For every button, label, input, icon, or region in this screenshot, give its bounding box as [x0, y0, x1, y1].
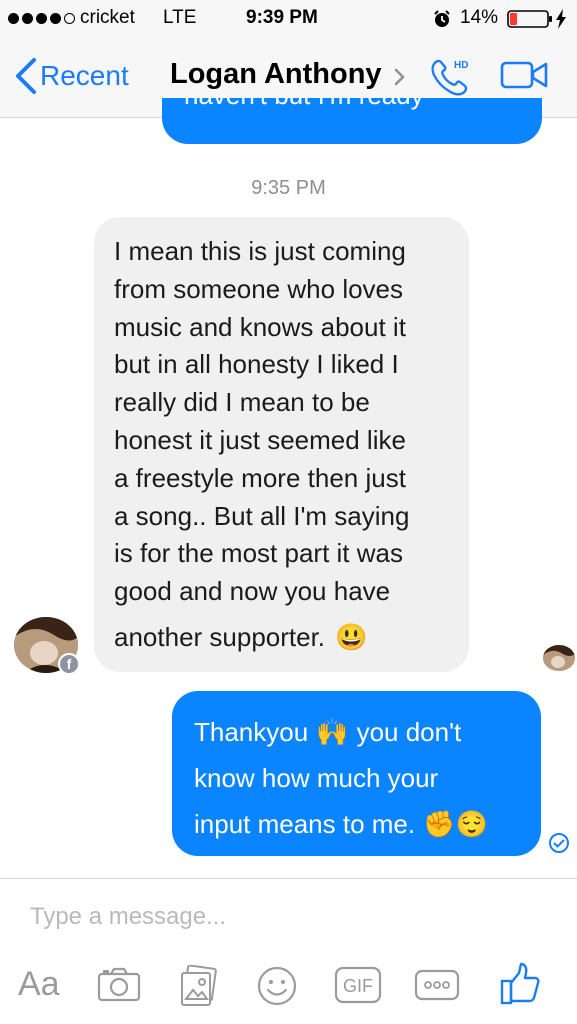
phone-icon[interactable]: HD	[428, 56, 472, 101]
outgoing-message-bubble[interactable]: Thankyou 🙌 you don't know how much your …	[172, 691, 541, 856]
message-line: input means to me. ✊😌	[194, 801, 525, 847]
message-line: honest it just seemed like	[114, 424, 406, 455]
video-camera-icon[interactable]	[500, 60, 550, 95]
message-line: another supporter. 😃	[114, 619, 451, 657]
like-icon[interactable]	[500, 961, 542, 1010]
message-line: from someone who loves	[114, 273, 404, 304]
message-line: Thankyou 🙌 you don't	[194, 709, 525, 755]
battery-percentage: 14%	[460, 7, 499, 28]
message-line: really did I mean to be	[114, 387, 370, 418]
carrier-name: cricket	[80, 7, 135, 28]
contact-name[interactable]: Logan Anthony	[170, 58, 382, 91]
status-time: 9:39 PM	[246, 7, 318, 28]
gif-icon[interactable]: GIF	[334, 965, 382, 1010]
message-line: a freestyle more then just	[114, 462, 406, 493]
signal-strength-icon	[8, 13, 75, 24]
message-line: good and now you have	[114, 576, 391, 607]
alarm-icon	[433, 10, 451, 34]
hd-badge: HD	[454, 60, 468, 71]
message-line-text: Thankyou	[194, 716, 309, 747]
message-line: music and knows about it	[114, 311, 406, 342]
sticker-icon[interactable]	[256, 965, 298, 1012]
message-line-text: you don't	[356, 716, 462, 747]
back-chevron-icon	[16, 58, 36, 94]
network-type: LTE	[163, 7, 197, 28]
message-line-text: input means to me.	[194, 808, 416, 839]
facebook-badge-icon: f	[58, 653, 80, 675]
message-line-text: know how much your	[194, 762, 439, 793]
raised-hands-emoji: 🙌	[316, 716, 349, 747]
back-button[interactable]: Recent	[12, 56, 129, 96]
message-line: but in all honesty I liked I	[114, 349, 399, 380]
gif-label: GIF	[343, 976, 373, 996]
camera-icon[interactable]	[97, 965, 141, 1008]
delivered-check-icon	[548, 832, 570, 859]
fist-relieved-emoji: ✊😌	[423, 808, 488, 839]
photo-gallery-icon[interactable]	[178, 964, 220, 1012]
battery-icon	[507, 10, 553, 34]
grinning-emoji: 😃	[335, 621, 368, 652]
incoming-message-bubble[interactable]: I mean this is just coming from someone …	[94, 217, 469, 672]
message-input[interactable]	[30, 897, 550, 937]
back-label: Recent	[40, 60, 129, 91]
message-line: I mean this is just coming	[114, 236, 406, 266]
previous-outgoing-message[interactable]: haven't but I'm ready	[162, 98, 542, 144]
message-line-text: another supporter.	[114, 621, 326, 652]
message-line: a song.. But all I'm saying	[114, 500, 410, 531]
text-format-button[interactable]: Aa	[18, 965, 60, 1004]
message-composer: Aa GIF	[0, 878, 577, 1024]
chevron-right-icon[interactable]	[394, 68, 406, 91]
message-line: know how much your	[194, 755, 525, 801]
status-bar: cricket LTE 9:39 PM 14%	[0, 0, 577, 38]
message-line: is for the most part it was	[114, 538, 403, 569]
seen-indicator-avatar	[543, 645, 575, 671]
charging-icon	[555, 9, 567, 35]
message-timestamp: 9:35 PM	[251, 177, 326, 199]
more-icon[interactable]	[414, 965, 460, 1010]
partial-message-text: haven't but I'm ready	[184, 98, 424, 111]
